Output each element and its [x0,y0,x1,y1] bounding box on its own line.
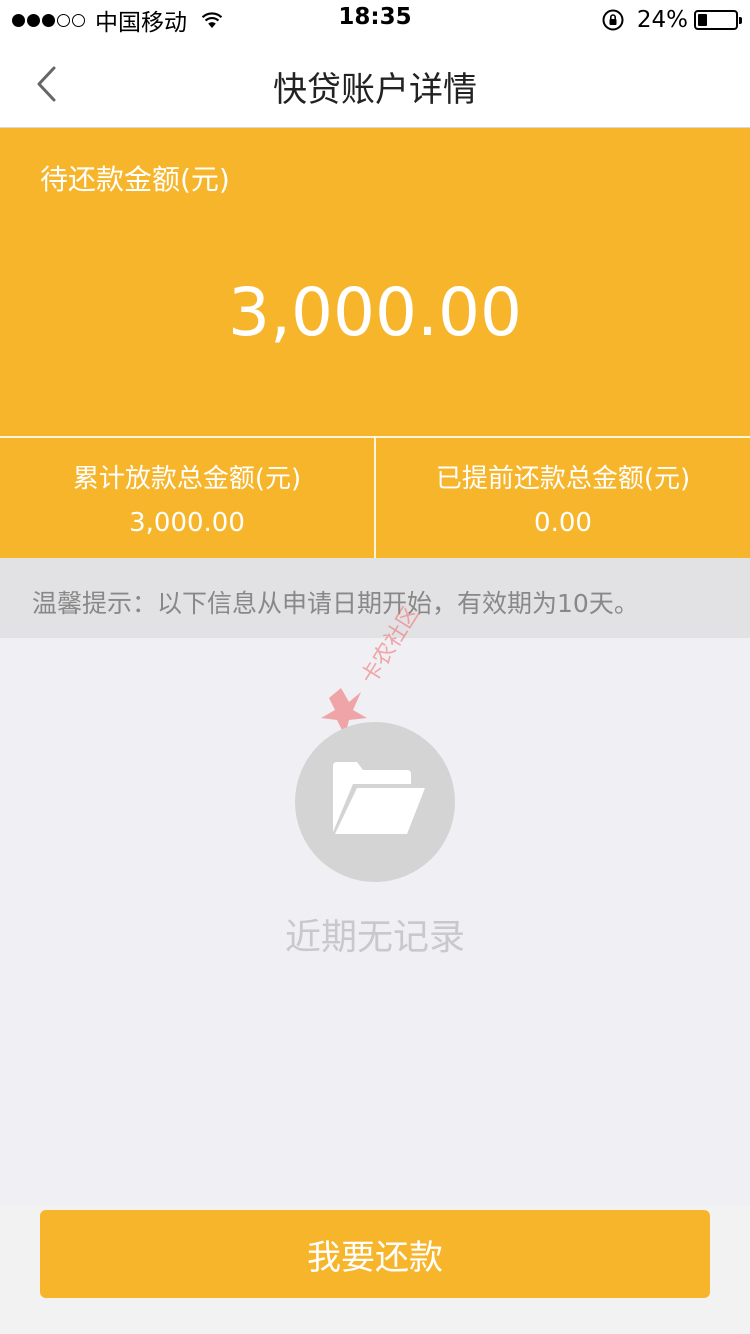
stat-value: 3,000.00 [129,508,245,538]
status-bar: 中国移动 18:35 24% [0,0,750,40]
stat-label: 累计放款总金额(元) [72,464,302,494]
outstanding-amount-label: 待还款金额(元) [40,163,230,196]
stat-total-prepaid: 已提前还款总金额(元) 0.00 [374,438,750,558]
folder-icon [333,762,425,834]
page-title: 快贷账户详情 [273,70,477,110]
battery-fill [698,14,707,26]
battery-percent: 24% [636,7,688,33]
stat-total-disbursed: 累计放款总金额(元) 3,000.00 [0,438,374,558]
stat-value: 0.00 [534,508,592,538]
outstanding-amount: 3,000.00 [228,274,522,351]
empty-state-text: 近期无记录 [284,917,465,958]
watermark-text: 卡农社区 [357,606,425,689]
status-right: 24% [601,5,742,35]
stat-label: 已提前还款总金额(元) [435,464,691,494]
nav-bar: 快贷账户详情 [0,40,750,128]
battery-icon [694,10,742,30]
rotation-lock-icon [602,9,624,31]
loan-stats: 累计放款总金额(元) 3,000.00 已提前还款总金额(元) 0.00 [0,436,750,558]
bottom-action-area: 我要还款 [0,1206,750,1334]
empty-state-icon-wrapper [295,722,455,882]
repay-button[interactable]: 我要还款 [40,1210,710,1298]
page: 中国移动 18:35 24% 快贷账户详情 待还款金额(元) 3,000.00 … [0,0,750,1334]
outstanding-summary: 待还款金额(元) 3,000.00 [0,128,750,436]
watermark-logo: 卡农社区 [321,606,425,736]
